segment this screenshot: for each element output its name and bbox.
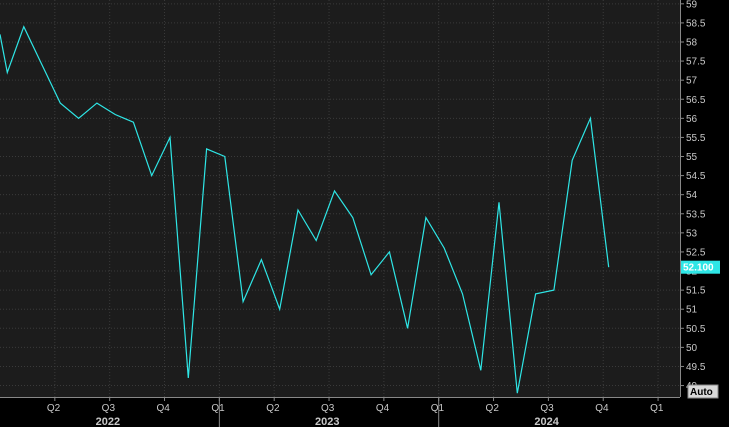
x-tick-label: Q2 xyxy=(47,403,61,414)
y-tick-label: 49.5 xyxy=(686,362,706,373)
y-tick-label: 51 xyxy=(686,305,698,316)
x-tick-label: Q2 xyxy=(266,403,280,414)
y-tick-label: 50 xyxy=(686,343,698,354)
y-tick-label: 59 xyxy=(686,0,698,10)
x-tick-label: Q3 xyxy=(540,403,554,414)
y-tick-label: 54.5 xyxy=(686,171,706,182)
y-tick-label: 56 xyxy=(686,114,698,125)
year-label: 2022 xyxy=(96,416,120,427)
x-tick-label: Q1 xyxy=(431,403,445,414)
y-tick-label: 51.5 xyxy=(686,286,706,297)
x-tick-label: Q2 xyxy=(486,403,500,414)
x-tick-label: Q4 xyxy=(157,403,171,414)
y-tick-label: 50.5 xyxy=(686,324,706,335)
y-tick-label: 56.5 xyxy=(686,95,706,106)
y-tick-label: 58 xyxy=(686,37,698,48)
x-tick-label: Q1 xyxy=(211,403,225,414)
y-tick-label: 53 xyxy=(686,228,698,239)
y-tick-label: 52.5 xyxy=(686,247,706,258)
year-label: 2023 xyxy=(315,416,339,427)
y-tick-label: 53.5 xyxy=(686,209,706,220)
x-tick-label: Q3 xyxy=(321,403,335,414)
y-tick-label: 58.5 xyxy=(686,18,706,29)
x-tick-label: Q4 xyxy=(376,403,390,414)
auto-scale-button[interactable]: Auto xyxy=(687,384,719,399)
year-label: 2024 xyxy=(534,416,559,427)
y-tick-label: 55 xyxy=(686,152,698,163)
y-tick-label: 54 xyxy=(686,190,698,201)
y-tick-label: 57 xyxy=(686,76,698,87)
x-tick-label: Q4 xyxy=(595,403,609,414)
auto-button-label[interactable]: Auto xyxy=(690,387,713,398)
last-value-tag: 52.100 xyxy=(681,260,720,274)
x-tick-label: Q3 xyxy=(102,403,116,414)
last-value-label: 52.100 xyxy=(683,263,714,274)
x-tick-label: Q1 xyxy=(650,403,664,414)
y-tick-label: 55.5 xyxy=(686,133,706,144)
y-tick-label: 57.5 xyxy=(686,57,706,68)
line-chart: 4949.55050.55151.55252.55353.55454.55555… xyxy=(0,0,729,427)
